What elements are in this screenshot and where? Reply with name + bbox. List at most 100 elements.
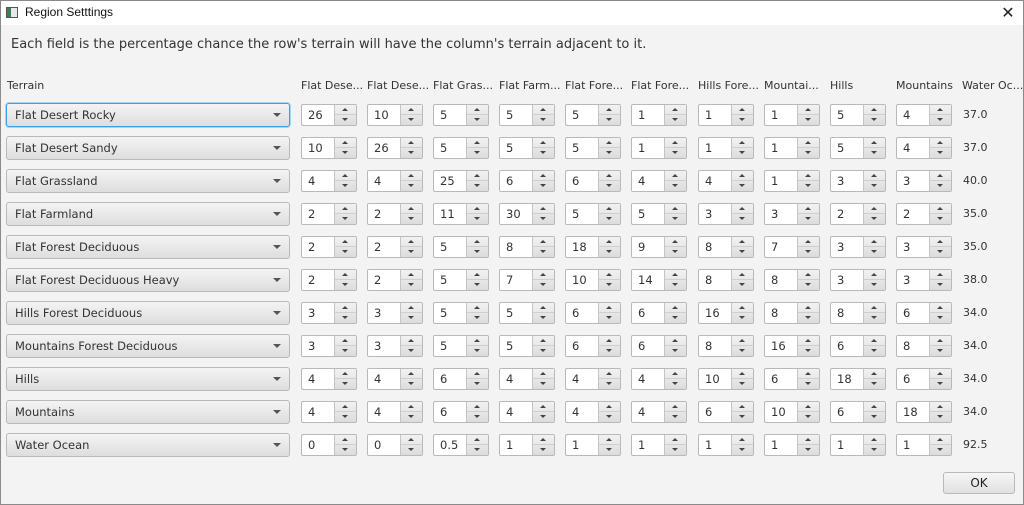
decrement-arrow-icon[interactable] bbox=[467, 280, 488, 290]
increment-arrow-icon[interactable] bbox=[930, 105, 951, 115]
increment-arrow-icon[interactable] bbox=[930, 402, 951, 412]
adjacency-value-input[interactable] bbox=[897, 402, 931, 422]
adjacency-value-input[interactable] bbox=[302, 336, 336, 356]
increment-arrow-icon[interactable] bbox=[401, 204, 422, 214]
adjacency-spinner[interactable] bbox=[764, 434, 820, 456]
increment-arrow-icon[interactable] bbox=[665, 336, 686, 346]
increment-arrow-icon[interactable] bbox=[798, 171, 819, 181]
adjacency-spinner[interactable] bbox=[499, 302, 555, 324]
terrain-dropdown[interactable]: Flat Desert Rocky bbox=[6, 103, 290, 127]
adjacency-value-input[interactable] bbox=[897, 369, 931, 389]
adjacency-value-input[interactable] bbox=[831, 435, 865, 455]
increment-arrow-icon[interactable] bbox=[533, 435, 554, 445]
adjacency-value-input[interactable] bbox=[434, 204, 468, 224]
adjacency-value-input[interactable] bbox=[566, 270, 600, 290]
increment-arrow-icon[interactable] bbox=[732, 303, 753, 313]
adjacency-spinner[interactable] bbox=[631, 236, 687, 258]
increment-arrow-icon[interactable] bbox=[864, 237, 885, 247]
increment-arrow-icon[interactable] bbox=[930, 369, 951, 379]
adjacency-spinner[interactable] bbox=[764, 203, 820, 225]
adjacency-spinner[interactable] bbox=[631, 335, 687, 357]
increment-arrow-icon[interactable] bbox=[864, 369, 885, 379]
increment-arrow-icon[interactable] bbox=[864, 105, 885, 115]
adjacency-value-input[interactable] bbox=[765, 435, 799, 455]
decrement-arrow-icon[interactable] bbox=[335, 412, 356, 422]
decrement-arrow-icon[interactable] bbox=[599, 181, 620, 191]
increment-arrow-icon[interactable] bbox=[467, 435, 488, 445]
increment-arrow-icon[interactable] bbox=[401, 402, 422, 412]
increment-arrow-icon[interactable] bbox=[533, 138, 554, 148]
adjacency-value-input[interactable] bbox=[632, 303, 666, 323]
adjacency-value-input[interactable] bbox=[368, 435, 402, 455]
increment-arrow-icon[interactable] bbox=[335, 204, 356, 214]
adjacency-spinner[interactable] bbox=[499, 335, 555, 357]
adjacency-value-input[interactable] bbox=[765, 171, 799, 191]
increment-arrow-icon[interactable] bbox=[335, 138, 356, 148]
decrement-arrow-icon[interactable] bbox=[335, 148, 356, 158]
increment-arrow-icon[interactable] bbox=[665, 270, 686, 280]
adjacency-spinner[interactable] bbox=[433, 269, 489, 291]
decrement-arrow-icon[interactable] bbox=[930, 280, 951, 290]
decrement-arrow-icon[interactable] bbox=[665, 214, 686, 224]
decrement-arrow-icon[interactable] bbox=[401, 280, 422, 290]
adjacency-spinner[interactable] bbox=[631, 104, 687, 126]
increment-arrow-icon[interactable] bbox=[467, 105, 488, 115]
decrement-arrow-icon[interactable] bbox=[798, 412, 819, 422]
decrement-arrow-icon[interactable] bbox=[732, 379, 753, 389]
adjacency-value-input[interactable] bbox=[699, 171, 733, 191]
adjacency-spinner[interactable] bbox=[631, 170, 687, 192]
adjacency-value-input[interactable] bbox=[302, 369, 336, 389]
adjacency-value-input[interactable] bbox=[897, 138, 931, 158]
adjacency-value-input[interactable] bbox=[765, 402, 799, 422]
adjacency-spinner[interactable] bbox=[698, 368, 754, 390]
adjacency-value-input[interactable] bbox=[566, 138, 600, 158]
adjacency-value-input[interactable] bbox=[302, 204, 336, 224]
increment-arrow-icon[interactable] bbox=[732, 138, 753, 148]
increment-arrow-icon[interactable] bbox=[732, 237, 753, 247]
increment-arrow-icon[interactable] bbox=[798, 204, 819, 214]
decrement-arrow-icon[interactable] bbox=[533, 445, 554, 455]
increment-arrow-icon[interactable] bbox=[732, 171, 753, 181]
decrement-arrow-icon[interactable] bbox=[930, 247, 951, 257]
increment-arrow-icon[interactable] bbox=[864, 336, 885, 346]
adjacency-value-input[interactable] bbox=[434, 303, 468, 323]
adjacency-spinner[interactable] bbox=[301, 401, 357, 423]
adjacency-value-input[interactable] bbox=[368, 303, 402, 323]
adjacency-value-input[interactable] bbox=[434, 171, 468, 191]
decrement-arrow-icon[interactable] bbox=[930, 412, 951, 422]
adjacency-value-input[interactable] bbox=[500, 270, 534, 290]
decrement-arrow-icon[interactable] bbox=[533, 346, 554, 356]
decrement-arrow-icon[interactable] bbox=[533, 280, 554, 290]
adjacency-spinner[interactable] bbox=[565, 236, 621, 258]
adjacency-value-input[interactable] bbox=[434, 402, 468, 422]
adjacency-value-input[interactable] bbox=[302, 402, 336, 422]
decrement-arrow-icon[interactable] bbox=[599, 379, 620, 389]
terrain-dropdown[interactable]: Flat Grassland bbox=[6, 169, 290, 193]
adjacency-spinner[interactable] bbox=[499, 434, 555, 456]
decrement-arrow-icon[interactable] bbox=[732, 346, 753, 356]
decrement-arrow-icon[interactable] bbox=[798, 181, 819, 191]
terrain-dropdown[interactable]: Mountains Forest Deciduous bbox=[6, 334, 290, 358]
decrement-arrow-icon[interactable] bbox=[533, 313, 554, 323]
increment-arrow-icon[interactable] bbox=[930, 237, 951, 247]
terrain-dropdown[interactable]: Water Ocean bbox=[6, 433, 290, 457]
adjacency-value-input[interactable] bbox=[632, 369, 666, 389]
decrement-arrow-icon[interactable] bbox=[798, 115, 819, 125]
decrement-arrow-icon[interactable] bbox=[533, 412, 554, 422]
increment-arrow-icon[interactable] bbox=[864, 270, 885, 280]
increment-arrow-icon[interactable] bbox=[599, 336, 620, 346]
adjacency-value-input[interactable] bbox=[632, 105, 666, 125]
increment-arrow-icon[interactable] bbox=[467, 369, 488, 379]
increment-arrow-icon[interactable] bbox=[798, 270, 819, 280]
adjacency-spinner[interactable] bbox=[499, 203, 555, 225]
adjacency-spinner[interactable] bbox=[896, 335, 952, 357]
adjacency-spinner[interactable] bbox=[301, 368, 357, 390]
decrement-arrow-icon[interactable] bbox=[401, 313, 422, 323]
increment-arrow-icon[interactable] bbox=[335, 105, 356, 115]
adjacency-spinner[interactable] bbox=[830, 401, 886, 423]
decrement-arrow-icon[interactable] bbox=[864, 379, 885, 389]
increment-arrow-icon[interactable] bbox=[665, 402, 686, 412]
increment-arrow-icon[interactable] bbox=[798, 237, 819, 247]
adjacency-value-input[interactable] bbox=[302, 435, 336, 455]
decrement-arrow-icon[interactable] bbox=[467, 214, 488, 224]
